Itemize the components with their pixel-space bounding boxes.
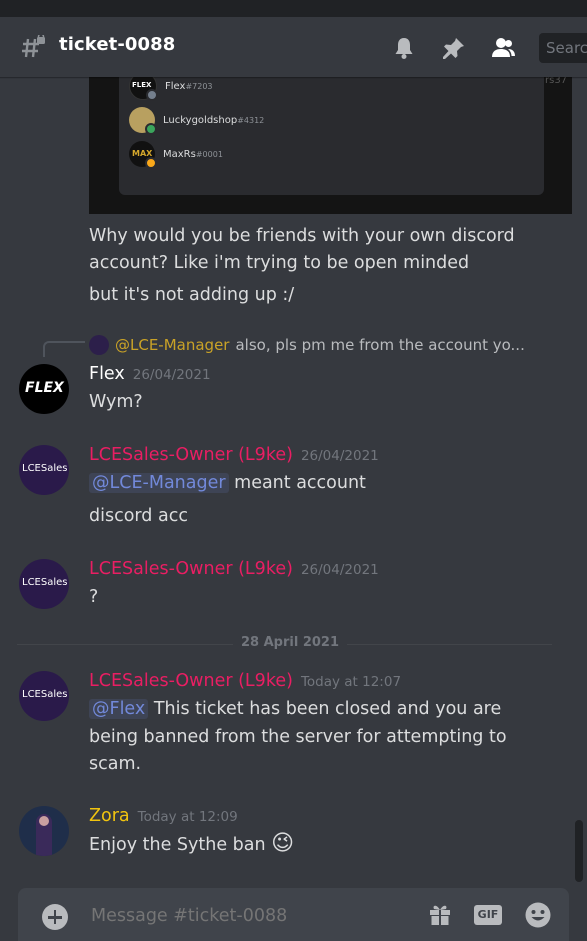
friend-tag: #7203	[185, 81, 213, 91]
friend-avatar: MAX	[129, 141, 157, 169]
reply-preview[interactable]: @LCE-Manager also, pls pm me from the ac…	[89, 335, 525, 355]
avatar-lcesales[interactable]: LCESales	[19, 559, 69, 609]
username[interactable]: LCESales-Owner (L9ke)	[89, 671, 293, 691]
message-header: LCESales-Owner (L9ke) Today at 12:07	[89, 671, 401, 691]
bell-icon[interactable]	[391, 35, 417, 61]
friend-name: Luckygoldshop	[163, 114, 238, 126]
search-bar[interactable]: Searc	[539, 33, 587, 63]
offline-status-dot	[146, 89, 158, 101]
channel-title: ticket-0088	[59, 34, 176, 55]
add-attachment-button[interactable]	[42, 904, 68, 930]
online-status-dot	[145, 123, 157, 135]
channel-header: ticket-0088 Searc	[0, 17, 587, 77]
friend-name: MaxRs	[163, 148, 196, 160]
embed-corner-text: rs37	[545, 77, 568, 86]
gift-icon[interactable]	[427, 901, 453, 927]
message-header: LCESales-Owner (L9ke) 26/04/2021	[89, 445, 379, 465]
user-mention[interactable]: @Flex	[89, 699, 149, 719]
avatar-flex[interactable]: FLEX	[19, 364, 69, 414]
message-text: scam.	[89, 754, 142, 774]
message-header: Flex 26/04/2021	[89, 364, 211, 384]
attached-screenshot[interactable]: FLEX Flex #7203 Luckygoldshop #4312 MAX Ma…	[89, 77, 572, 214]
message-text: @Flex This ticket has been closed and yo…	[89, 697, 501, 721]
timestamp: Today at 12:09	[137, 809, 238, 825]
message-text: but it's not adding up :/	[89, 285, 295, 305]
message-text: ?	[89, 587, 99, 607]
timestamp: 26/04/2021	[132, 367, 211, 383]
gif-button[interactable]: GIF	[474, 905, 502, 925]
date-divider-label: 28 April 2021	[233, 635, 348, 650]
reply-mention[interactable]: @LCE-Manager	[115, 336, 229, 354]
friend-tag: #4312	[237, 115, 265, 125]
username[interactable]: Zora	[89, 806, 130, 826]
message-text: Wym?	[89, 392, 143, 412]
friend-name: Flex	[165, 80, 186, 92]
friend-row: FLEX Flex #7203	[129, 77, 213, 101]
username[interactable]: LCESales-Owner (L9ke)	[89, 445, 293, 465]
friends-list-card: FLEX Flex #7203 Luckygoldshop #4312 MAX Ma…	[119, 77, 544, 195]
friend-row: MAX MaxRs #0001	[129, 141, 223, 169]
message-list: FLEX Flex #7203 Luckygoldshop #4312 MAX Ma…	[0, 77, 572, 887]
message-text: @LCE-Manager meant account	[89, 471, 366, 495]
timestamp: Today at 12:07	[300, 674, 402, 690]
message-input[interactable]	[89, 905, 413, 927]
message-text: Enjoy the Sythe ban 😉	[89, 831, 295, 856]
message-composer: GIF	[18, 888, 569, 941]
emoji-picker-icon[interactable]	[524, 901, 552, 929]
text-channel-locked-icon	[22, 35, 45, 58]
message-text: being banned from the server for attempt…	[89, 727, 507, 747]
wink-emoji: 😉	[271, 831, 295, 856]
reply-connector	[43, 341, 85, 357]
avatar-zora[interactable]	[19, 806, 69, 856]
timestamp: 26/04/2021	[300, 448, 379, 464]
friend-avatar: FLEX	[129, 77, 158, 101]
username[interactable]: LCESales-Owner (L9ke)	[89, 559, 293, 579]
user-mention[interactable]: @LCE-Manager	[89, 473, 229, 493]
message-header: LCESales-Owner (L9ke) 26/04/2021	[89, 559, 379, 579]
friend-tag: #0001	[195, 149, 223, 159]
message-text: discord acc	[89, 506, 188, 526]
reply-text: also, pls pm me from the account yo...	[235, 336, 525, 354]
username[interactable]: Flex	[89, 364, 125, 384]
message-text: Why would you be friends with your own d…	[89, 226, 515, 246]
friend-avatar	[129, 107, 157, 135]
members-icon[interactable]	[490, 35, 516, 61]
avatar-lcesales[interactable]: LCESales	[19, 671, 69, 721]
message-header: Zora Today at 12:09	[89, 806, 238, 826]
idle-status-dot	[145, 157, 157, 169]
scrollbar-thumb[interactable]	[575, 820, 583, 882]
reply-avatar	[89, 335, 109, 355]
message-text: account? Like i'm trying to be open mind…	[89, 253, 470, 273]
scrollbar-track[interactable]	[575, 77, 583, 887]
avatar-lcesales[interactable]: LCESales	[19, 445, 69, 495]
timestamp: 26/04/2021	[300, 562, 379, 578]
friend-row: Luckygoldshop #4312	[129, 107, 265, 135]
window-top-strip	[0, 0, 587, 17]
pin-icon[interactable]	[441, 35, 467, 61]
search-placeholder: Searc	[546, 39, 587, 57]
